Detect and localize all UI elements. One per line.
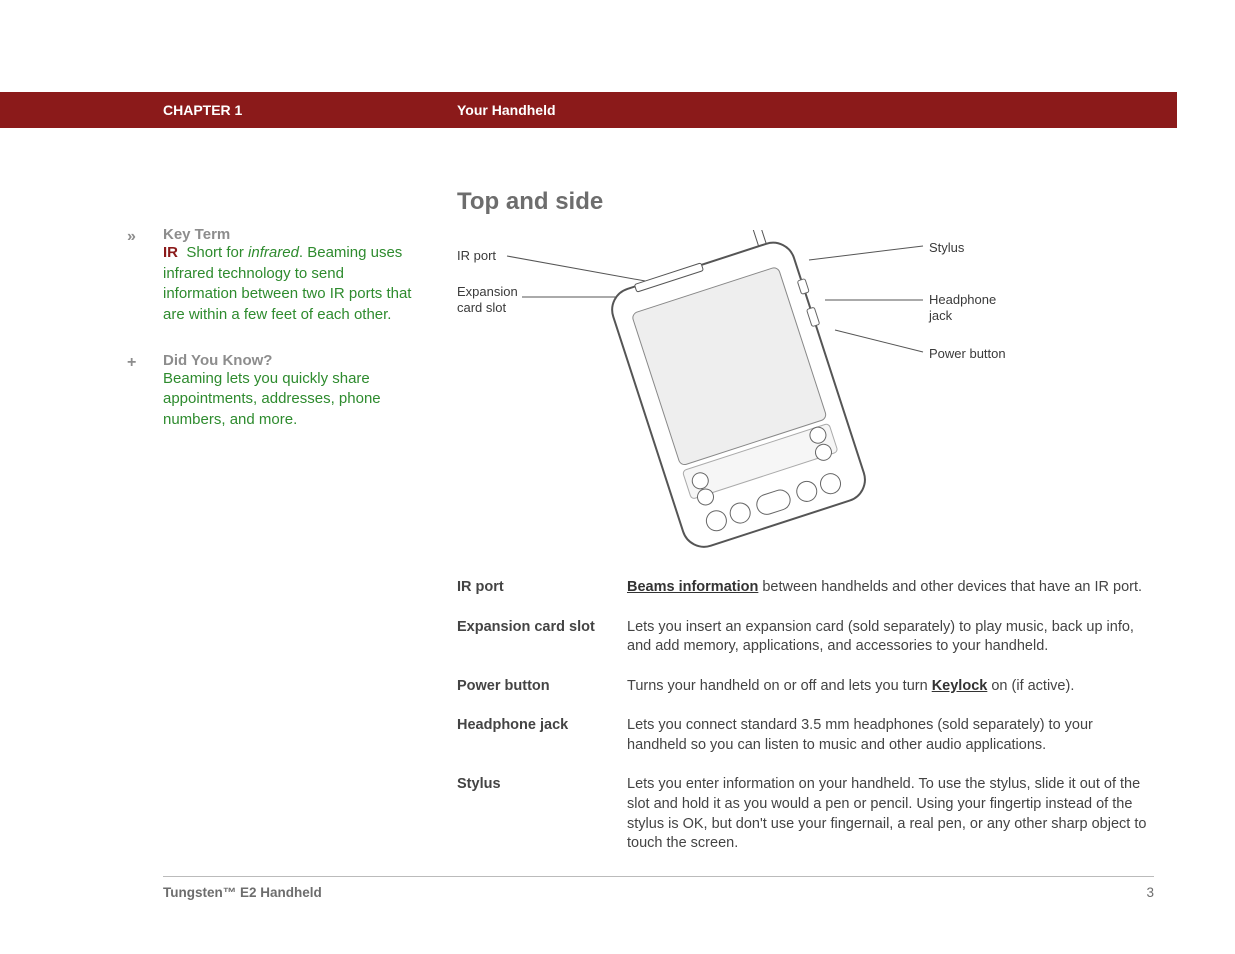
def-row-ir-port: IR port Beams information between handhe… xyxy=(457,578,1155,598)
did-you-know-block: + Did You Know? Beaming lets you quickly… xyxy=(127,352,422,431)
def-row-power: Power button Turns your handheld on or o… xyxy=(457,677,1155,697)
product-bold: Tungsten™ E2 xyxy=(163,885,257,900)
main-content: Top and side IR port Expansion card slot… xyxy=(457,188,1157,874)
def-row-headphone: Headphone jack Lets you connect standard… xyxy=(457,716,1155,755)
def-desc: Turns your handheld on or off and lets y… xyxy=(627,677,1155,697)
product-name: Tungsten™ E2 Handheld xyxy=(163,885,322,900)
chapter-label: CHAPTER 1 xyxy=(163,102,242,118)
page-footer: Tungsten™ E2 Handheld 3 xyxy=(163,876,1154,900)
def-row-stylus: Stylus Lets you enter information on you… xyxy=(457,775,1155,853)
def-term: Expansion card slot xyxy=(457,618,627,657)
definitions: IR port Beams information between handhe… xyxy=(457,578,1155,854)
def-row-expansion: Expansion card slot Lets you insert an e… xyxy=(457,618,1155,657)
key-term-ital: infrared xyxy=(248,244,299,261)
chevron-icon: » xyxy=(127,228,136,246)
product-light: Handheld xyxy=(257,885,322,900)
def-desc: Beams information between handhelds and … xyxy=(627,578,1155,598)
key-term-body: IR Short for infrared. Beaming uses infr… xyxy=(163,243,422,326)
def-desc: Lets you connect standard 3.5 mm headpho… xyxy=(627,716,1155,755)
sidebar: » Key Term IR Short for infrared. Beamin… xyxy=(127,226,422,457)
did-you-know-heading: Did You Know? xyxy=(163,352,422,369)
key-term-lead: Short for xyxy=(186,244,248,261)
def-term: Headphone jack xyxy=(457,716,627,755)
def-pre: Turns your handheld on or off and lets y… xyxy=(627,678,932,694)
device-diagram: IR port Expansion card slot Stylus Headp… xyxy=(457,230,1157,560)
def-post: on (if active). xyxy=(987,678,1074,694)
def-desc: Lets you insert an expansion card (sold … xyxy=(627,618,1155,657)
link-keylock[interactable]: Keylock xyxy=(932,678,988,694)
section-title: Top and side xyxy=(457,188,1157,216)
def-desc: Lets you enter information on your handh… xyxy=(627,775,1155,853)
def-term: Stylus xyxy=(457,775,627,853)
did-you-know-body: Beaming lets you quickly share appointme… xyxy=(163,369,422,431)
chapter-title: Your Handheld xyxy=(457,102,556,118)
page-number: 3 xyxy=(1146,885,1154,900)
chapter-header: CHAPTER 1 Your Handheld xyxy=(0,92,1177,128)
def-term: Power button xyxy=(457,677,627,697)
key-term-keyword: IR xyxy=(163,244,178,261)
def-term: IR port xyxy=(457,578,627,598)
link-beams-information[interactable]: Beams information xyxy=(627,579,758,595)
key-term-heading: Key Term xyxy=(163,226,422,243)
plus-icon: + xyxy=(127,354,136,372)
key-term-block: » Key Term IR Short for infrared. Beamin… xyxy=(127,226,422,326)
device-icon xyxy=(607,230,867,550)
def-rest: between handhelds and other devices that… xyxy=(758,579,1142,595)
